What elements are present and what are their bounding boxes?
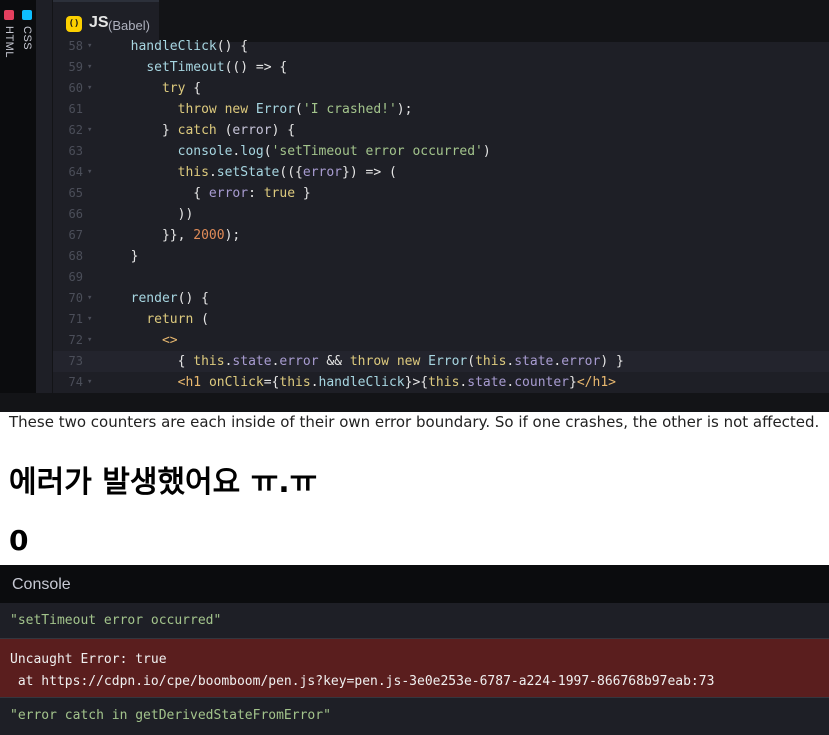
- code-line[interactable]: 73 { this.state.error && throw new Error…: [53, 351, 829, 372]
- console-header: Console: [0, 565, 829, 603]
- editor-gutter: [36, 0, 52, 393]
- code-line[interactable]: 62 ▾ } catch (error) {: [53, 120, 829, 141]
- console-log-entry: "error catch in getDerivedStateFromError…: [0, 698, 829, 735]
- fold-arrow-icon[interactable]: ▾: [87, 288, 92, 309]
- js-icon: (): [66, 16, 82, 32]
- code-line[interactable]: 66 )): [53, 204, 829, 225]
- code-text: <>: [161, 333, 178, 348]
- code-line[interactable]: 63 console.log('setTimeout error occurre…: [53, 141, 829, 162]
- console-panel: Console "setTimeout error occurred" Unca…: [0, 565, 829, 735]
- code-line[interactable]: 64 ▾ this.setState(({error}) => (: [53, 162, 829, 183]
- code-text: try {: [161, 81, 202, 96]
- line-number: 67: [68, 228, 83, 242]
- console-error-location[interactable]: at https://cdpn.io/cpe/boomboom/pen.js?k…: [10, 674, 715, 689]
- line-number: 60: [68, 81, 83, 95]
- fold-arrow-icon[interactable]: ▾: [87, 120, 92, 141]
- console-log-text: "setTimeout error occurred": [10, 613, 222, 628]
- code-text: handleClick() {: [130, 39, 249, 54]
- console-log-entry: "setTimeout error occurred": [0, 603, 829, 639]
- code-line[interactable]: 68 }: [53, 246, 829, 267]
- preview-description: These two counters are each inside of th…: [9, 413, 820, 431]
- css-tab-label: CSS: [21, 26, 33, 51]
- fold-arrow-icon[interactable]: ▾: [87, 309, 92, 330]
- css-icon: [22, 10, 32, 20]
- code-text: render() {: [130, 291, 209, 306]
- line-number: 73: [68, 354, 83, 368]
- code-text: } catch (error) {: [115, 123, 296, 138]
- code-text: )): [115, 207, 194, 222]
- result-preview: These two counters are each inside of th…: [0, 412, 829, 565]
- line-number: 71: [68, 312, 83, 326]
- code-line[interactable]: 70 ▾ render() {: [53, 288, 829, 309]
- code-editor: HTML CSS () JS (Babel) 58 ▾ handleClick()…: [0, 0, 829, 412]
- console-title: Console: [12, 576, 71, 593]
- js-editor-panel: () JS (Babel) 58 ▾ handleClick() { 59 ▾ set…: [53, 0, 829, 393]
- code-text: console.log('setTimeout error occurred'): [177, 144, 491, 159]
- code-line[interactable]: 67 }}, 2000);: [53, 225, 829, 246]
- line-number: 62: [68, 123, 83, 137]
- code-line[interactable]: 58 ▾ handleClick() {: [53, 36, 829, 57]
- code-line[interactable]: 61 throw new Error('I crashed!');: [53, 99, 829, 120]
- fold-arrow-icon[interactable]: ▾: [87, 330, 92, 351]
- code-text: setTimeout(() => {: [146, 60, 288, 75]
- line-number: 65: [68, 186, 83, 200]
- fold-arrow-icon[interactable]: ▾: [87, 162, 92, 183]
- fold-arrow-icon[interactable]: ▾: [87, 372, 92, 393]
- code-line[interactable]: 65 { error: true }: [53, 183, 829, 204]
- error-heading: 에러가 발생했어요 ㅠ.ㅠ: [9, 465, 318, 500]
- line-number: 63: [68, 144, 83, 158]
- fold-arrow-icon[interactable]: ▾: [87, 36, 92, 57]
- code-lines[interactable]: 58 ▾ handleClick() { 59 ▾ setTimeout(() => …: [53, 36, 829, 393]
- code-text: return (: [146, 312, 209, 327]
- code-text: }: [115, 249, 139, 264]
- code-line[interactable]: 74 ▾ <h1 onClick={this.handleClick}>{this…: [53, 372, 829, 393]
- line-number: 64: [68, 165, 83, 179]
- code-line[interactable]: 59 ▾ setTimeout(() => {: [53, 57, 829, 78]
- code-text: <h1 onClick={this.handleClick}>{this.sta…: [177, 375, 616, 390]
- code-text: { error: true }: [115, 186, 311, 201]
- line-number: 68: [68, 249, 83, 263]
- css-editor-tab[interactable]: CSS: [18, 0, 37, 393]
- line-number: 70: [68, 291, 83, 305]
- fold-arrow-icon[interactable]: ▾: [87, 78, 92, 99]
- code-line[interactable]: 69: [53, 267, 829, 288]
- js-tab-label: JS: [89, 14, 109, 31]
- horizontal-scrollbar[interactable]: [0, 393, 829, 412]
- line-number: 59: [68, 60, 83, 74]
- html-icon: [4, 10, 14, 20]
- console-error-message: Uncaught Error: true: [10, 652, 167, 667]
- code-line[interactable]: 60 ▾ try {: [53, 78, 829, 99]
- code-line[interactable]: 71 ▾ return (: [53, 309, 829, 330]
- line-number: 72: [68, 333, 83, 347]
- code-text: { this.state.error && throw new Error(th…: [115, 354, 624, 369]
- line-number: 61: [68, 102, 83, 116]
- code-text: }}, 2000);: [115, 228, 241, 243]
- code-text: throw new Error('I crashed!');: [177, 102, 413, 117]
- code-text: this.setState(({error}) => (: [177, 165, 397, 180]
- code-line[interactable]: 72 ▾ <>: [53, 330, 829, 351]
- console-error-entry: Uncaught Error: true at https://cdpn.io/…: [0, 639, 829, 698]
- line-number: 74: [68, 375, 83, 389]
- counter-heading[interactable]: 0: [9, 524, 28, 557]
- line-number: 69: [68, 270, 83, 284]
- html-editor-tab[interactable]: HTML: [0, 0, 19, 393]
- line-number: 58: [68, 39, 83, 53]
- js-preprocessor-label: (Babel): [108, 18, 150, 33]
- html-tab-label: HTML: [3, 26, 15, 58]
- line-number: 66: [68, 207, 83, 221]
- fold-arrow-icon[interactable]: ▾: [87, 57, 92, 78]
- console-log-text: "error catch in getDerivedStateFromError…: [10, 708, 331, 723]
